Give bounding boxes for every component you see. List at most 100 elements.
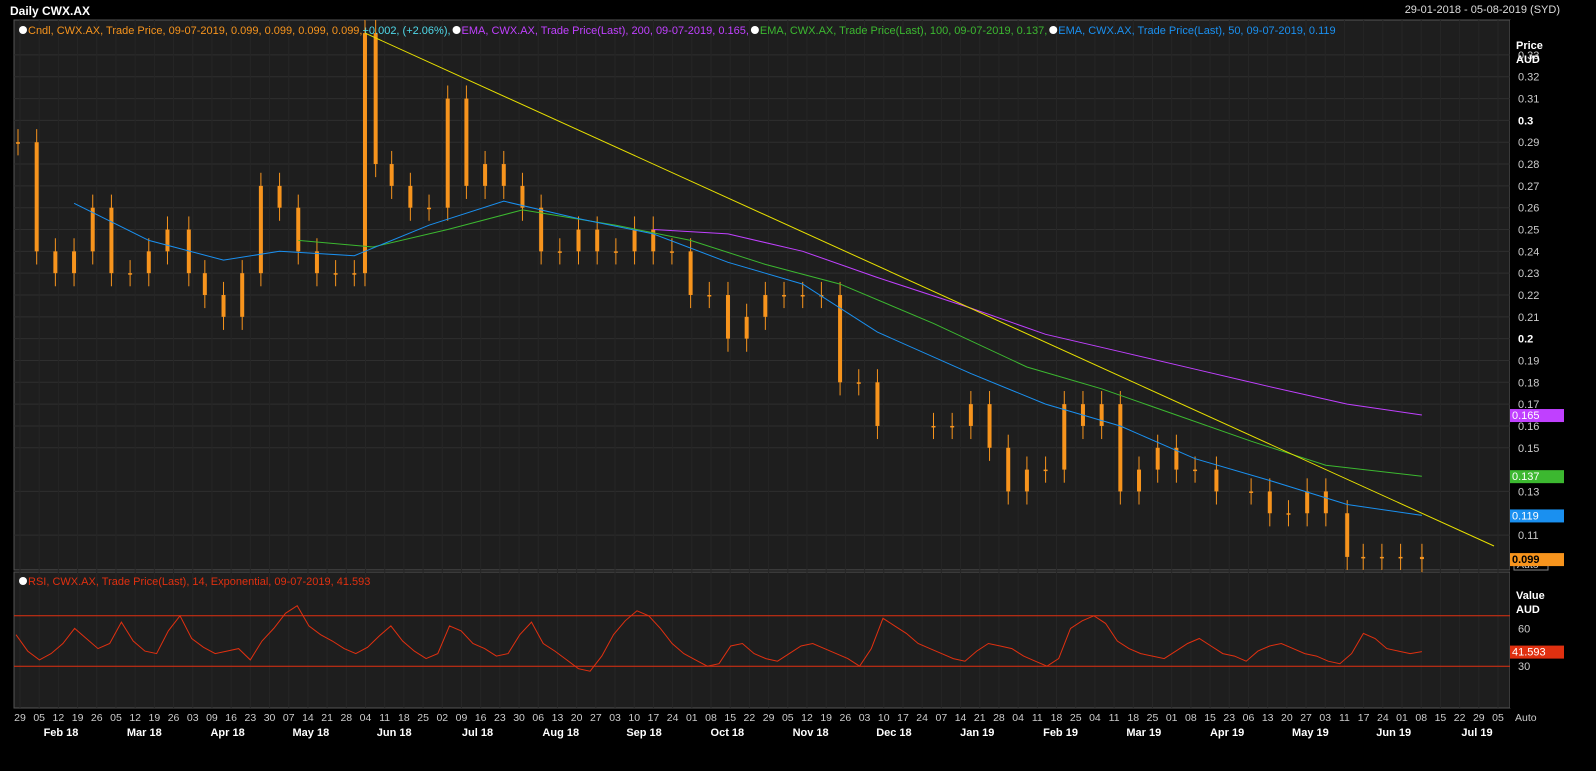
candle-body [352,273,357,275]
price-badge [1510,553,1564,567]
x-month-label: Apr 19 [1210,727,1244,739]
x-day-tick: 03 [1319,712,1331,724]
price-auto-box[interactable] [1513,557,1549,571]
price-badge [1510,509,1564,523]
candle-body [1419,556,1424,560]
x-day-tick: 08 [1415,712,1427,724]
candle-body [1379,556,1384,559]
x-day-tick: 11 [1032,712,1043,724]
candle-body [1193,469,1198,472]
candle-body [389,164,394,186]
x-day-tick: 25 [1070,712,1082,724]
rsi-tick-label: 30 [1518,661,1530,673]
x-month-label: Apr 18 [210,727,244,739]
price-auto-label: Auto [1517,559,1539,571]
x-day-tick: 27 [1300,712,1312,724]
price-tick-label: 0.3 [1518,115,1533,127]
x-day-tick: 10 [628,712,640,724]
candle-body [1080,404,1085,426]
x-day-tick: 07 [283,712,295,724]
x-day-tick: 05 [782,712,794,724]
x-day-tick: 12 [129,712,141,724]
info-circle-icon[interactable] [452,26,461,34]
candle-body [557,251,562,253]
x-day-tick: 18 [1127,712,1139,724]
x-month-label: Jul 19 [1461,727,1492,739]
price-axis-title: Price [1516,40,1543,52]
x-day-tick: 04 [360,712,372,724]
candle-body [838,295,843,383]
candle-body [72,251,77,274]
price-tick-label: 0.24 [1518,246,1539,258]
rsi-panel[interactable] [13,571,1511,709]
x-day-tick: 28 [993,712,1005,724]
x-day-tick: 22 [744,712,756,724]
candle-body [763,295,768,317]
y-axis-area[interactable] [1510,20,1566,708]
x-day-tick: 19 [149,712,161,724]
info-circle-icon[interactable] [19,26,27,34]
x-month-label: Jul 18 [462,727,493,739]
info-circle-icon[interactable] [1049,26,1058,34]
x-day-tick: 17 [1358,712,1370,724]
price-tick-label: 0.32 [1518,72,1539,84]
price-chart[interactable]: 0.33 0.32 0.31 0.3 0.29 0.28 0.27 0.26 0.25 0.24 0… [0,0,1596,771]
price-tick-label: 0.29 [1518,137,1539,149]
x-day-tick: 15 [724,712,736,724]
candle-body [800,295,805,297]
rsi-badge [1510,645,1564,659]
x-day-tick: 09 [206,712,218,724]
x-day-tick: 27 [590,712,602,724]
x-day-tick: 20 [1281,712,1293,724]
x-day-tick: 23 [494,712,506,724]
x-day-tick: 11 [1339,712,1350,724]
candle-body [296,207,301,252]
rsi-axis-title: Value [1516,590,1545,602]
x-day-tick: 20 [571,712,583,724]
candle-body [1249,491,1254,493]
x-month-label: Mar 19 [1126,727,1161,739]
candle-body [539,207,544,252]
x-day-tick: 22 [1454,712,1466,724]
info-circle-icon[interactable] [750,26,759,34]
x-day-tick: 02 [436,712,448,724]
x-day-tick: 14 [302,712,314,724]
price-tick-label: 0.17 [1518,399,1539,411]
candle-body [968,404,973,426]
x-day-tick: 05 [110,712,122,724]
candle-body [427,207,432,210]
candle-body [501,164,506,186]
price-badge [1510,470,1564,484]
candle-body [483,164,488,186]
x-day-tick: 26 [168,712,180,724]
candle-body [1286,513,1291,515]
x-month-label: Sep 18 [626,727,661,739]
candle-body [1118,404,1123,492]
price-badge-label: 0.119 [1512,510,1539,522]
candle-body [707,295,712,297]
x-day-tick: 09 [456,712,468,724]
x-day-tick: 18 [1051,712,1063,724]
x-day-tick: 03 [859,712,871,724]
x-day-tick: 08 [705,712,717,724]
x-day-tick: 01 [1166,712,1178,724]
info-circle-icon[interactable] [19,577,27,585]
x-day-tick: 24 [1377,712,1389,724]
price-tick-label: 0.18 [1518,377,1539,389]
candle-body [109,207,114,274]
price-tick-label: 0.23 [1518,268,1539,280]
price-panel[interactable] [13,19,1511,571]
candle-body [725,295,730,339]
x-month-label: Oct 18 [711,727,745,739]
x-day-tick: 29 [14,712,26,724]
candle-body [576,229,581,252]
price-tick-label: 0.28 [1518,159,1539,171]
x-day-tick: 23 [244,712,256,724]
x-day-tick: 01 [686,712,698,724]
x-day-tick: 24 [916,712,928,724]
x-month-label: Jun 18 [377,727,412,739]
candle-body [1062,404,1067,470]
candle-body [651,229,656,252]
candle-body [1099,404,1104,426]
price-tick-label: 0.31 [1518,94,1539,106]
